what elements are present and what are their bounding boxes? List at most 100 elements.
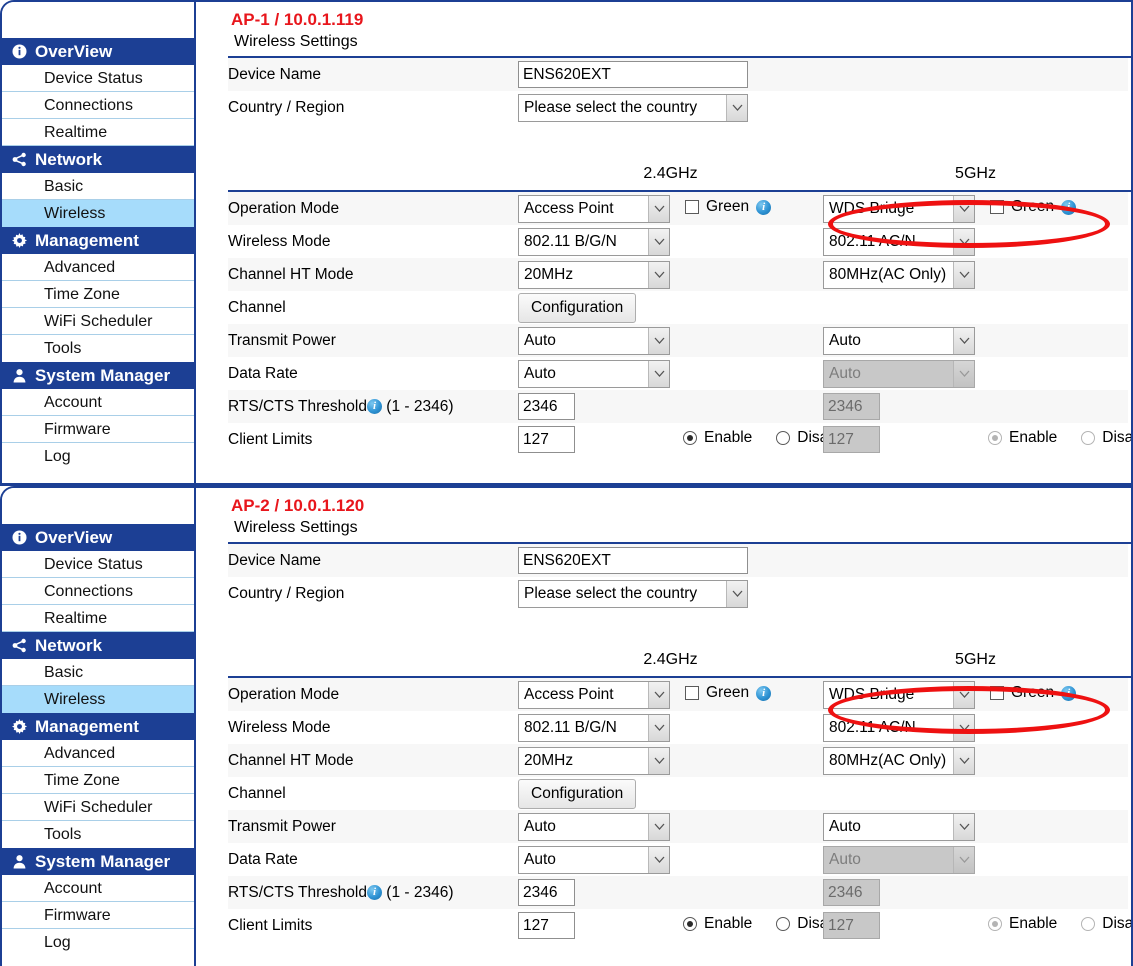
info-icon[interactable]: i: [1061, 685, 1077, 701]
sidebar-item-basic[interactable]: Basic: [2, 173, 194, 200]
sidebar-item-connections[interactable]: Connections: [2, 92, 194, 119]
sidebar-group-system-manager[interactable]: System Manager: [2, 362, 194, 389]
wireless-mode-select-2g[interactable]: 802.11 B/G/N: [518, 713, 670, 742]
sidebar-group-overview[interactable]: OverView: [2, 524, 194, 551]
sidebar-item-label: Device Status: [44, 556, 143, 573]
channel-configuration-button[interactable]: Configuration: [518, 292, 637, 323]
sidebar-item-firmware[interactable]: Firmware: [2, 416, 194, 443]
green-checkbox-5g[interactable]: [990, 200, 1004, 214]
sidebar-item-device-status[interactable]: Device Status: [2, 551, 194, 578]
client-limits-enable-radio-2g[interactable]: [683, 431, 697, 445]
sidebar-item-wireless[interactable]: Wireless: [2, 686, 194, 713]
country-region-select[interactable]: Please select the country: [518, 579, 748, 608]
operation-mode-value-5g: WDS Bridge: [829, 199, 915, 217]
data-rate-select-2g[interactable]: Auto: [518, 845, 670, 874]
rts-cts-range-text: (1 - 2346): [386, 397, 454, 415]
sidebar-item-tools[interactable]: Tools: [2, 335, 194, 362]
channel-ht-mode-select-2g[interactable]: 20MHz: [518, 746, 670, 775]
info-icon[interactable]: i: [756, 685, 772, 701]
sidebar-item-label: Connections: [44, 97, 133, 114]
sidebar-item-advanced[interactable]: Advanced: [2, 254, 194, 281]
green-checkbox-2g[interactable]: [685, 686, 699, 700]
sidebar-item-realtime[interactable]: Realtime: [2, 605, 194, 632]
sidebar-item-time-zone[interactable]: Time Zone: [2, 281, 194, 308]
sidebar-item-wifi-scheduler[interactable]: WiFi Scheduler: [2, 794, 194, 821]
chevron-down-icon: [726, 94, 747, 121]
sidebar-item-account[interactable]: Account: [2, 389, 194, 416]
client-limits-disable-label-5g: Disable: [1102, 915, 1133, 932]
data-rate-select-2g[interactable]: Auto: [518, 359, 670, 388]
sidebar-item-label: Account: [44, 880, 102, 897]
transmit-power-select-5g[interactable]: Auto: [823, 812, 975, 841]
rts-cts-input-2g[interactable]: 2346: [518, 393, 575, 420]
table-row-operation-mode: Operation Mode Access Point Green i WDS B…: [228, 678, 1128, 711]
sidebar-item-advanced[interactable]: Advanced: [2, 740, 194, 767]
transmit-power-select-2g[interactable]: Auto: [518, 812, 670, 841]
sidebar-item-device-status[interactable]: Device Status: [2, 65, 194, 92]
info-icon[interactable]: i: [366, 884, 382, 900]
channel-ht-mode-value-5g: 80MHz(AC Only): [829, 265, 947, 283]
share-icon: [12, 638, 27, 653]
client-limits-input-2g[interactable]: 127: [518, 426, 575, 453]
sidebar-item-label: Log: [44, 448, 71, 465]
sidebar-item-realtime[interactable]: Realtime: [2, 119, 194, 146]
sidebar-item-tools[interactable]: Tools: [2, 821, 194, 848]
sidebar-item-log[interactable]: Log: [2, 929, 194, 956]
operation-mode-select-5g[interactable]: WDS Bridge: [823, 194, 975, 223]
client-limits-disable-radio-2g[interactable]: [776, 917, 791, 931]
channel-configuration-button[interactable]: Configuration: [518, 778, 637, 809]
band-2ghz-header: 2.4GHz: [518, 643, 823, 676]
client-limits-input-2g[interactable]: 127: [518, 912, 575, 939]
sidebar-item-time-zone[interactable]: Time Zone: [2, 767, 194, 794]
client-limits-disable-label-5g: Disable: [1102, 429, 1133, 446]
device-name-input[interactable]: ENS620EXT: [518, 61, 748, 88]
channel-ht-mode-select-5g[interactable]: 80MHz(AC Only): [823, 260, 975, 289]
sidebar-item-firmware[interactable]: Firmware: [2, 902, 194, 929]
channel-ht-mode-value-2g: 20MHz: [524, 265, 574, 283]
channel-ht-mode-select-2g[interactable]: 20MHz: [518, 260, 670, 289]
channel-ht-mode-label: Channel HT Mode: [228, 744, 518, 777]
transmit-power-select-5g[interactable]: Auto: [823, 326, 975, 355]
sidebar-item-label: Time Zone: [44, 772, 120, 789]
info-icon[interactable]: i: [756, 199, 772, 215]
device-name-input[interactable]: ENS620EXT: [518, 547, 748, 574]
wireless-mode-select-5g[interactable]: 802.11 AC/N: [823, 227, 975, 256]
green-checkbox-2g[interactable]: [685, 200, 699, 214]
sidebar-item-wifi-scheduler[interactable]: WiFi Scheduler: [2, 308, 194, 335]
sidebar-item-label: WiFi Scheduler: [44, 313, 153, 330]
band-5ghz-header: 5GHz: [823, 643, 1128, 676]
sidebar-group-network[interactable]: Network: [2, 146, 194, 173]
sidebar-group-overview[interactable]: OverView: [2, 38, 194, 65]
info-icon[interactable]: i: [1061, 199, 1077, 215]
table-row-client-limits: Client Limits 127 Enable Disable 127 Enab…: [228, 909, 1131, 942]
sidebar-group-system-manager[interactable]: System Manager: [2, 848, 194, 875]
sidebar-group-management[interactable]: Management: [2, 713, 194, 740]
sidebar-group-management[interactable]: Management: [2, 227, 194, 254]
green-checkbox-5g[interactable]: [990, 686, 1004, 700]
sidebar-item-basic[interactable]: Basic: [2, 659, 194, 686]
info-icon[interactable]: i: [366, 398, 382, 414]
sidebar-item-connections[interactable]: Connections: [2, 578, 194, 605]
band-settings-table: Operation Mode Access Point Green i WDS B…: [228, 192, 1131, 456]
sidebar-item-wireless[interactable]: Wireless: [2, 200, 194, 227]
client-limits-disable-radio-2g[interactable]: [776, 431, 791, 445]
operation-mode-select-5g[interactable]: WDS Bridge: [823, 680, 975, 709]
chevron-down-icon: [648, 681, 669, 708]
sidebar-item-log[interactable]: Log: [2, 443, 194, 470]
transmit-power-select-2g[interactable]: Auto: [518, 326, 670, 355]
operation-mode-select-2g[interactable]: Access Point: [518, 194, 670, 223]
operation-mode-select-2g[interactable]: Access Point: [518, 680, 670, 709]
operation-mode-label: Operation Mode: [228, 192, 518, 225]
wireless-mode-select-5g[interactable]: 802.11 AC/N: [823, 713, 975, 742]
channel-ht-mode-select-5g[interactable]: 80MHz(AC Only): [823, 746, 975, 775]
sidebar-item-label: Device Status: [44, 70, 143, 87]
sidebar-group-network[interactable]: Network: [2, 632, 194, 659]
wireless-mode-select-2g[interactable]: 802.11 B/G/N: [518, 227, 670, 256]
chevron-down-icon: [953, 261, 974, 288]
rts-cts-input-2g[interactable]: 2346: [518, 879, 575, 906]
wireless-settings-content-2: AP-2 / 10.0.1.120 Wireless Settings Devi…: [196, 486, 1133, 966]
sidebar-item-label: Tools: [44, 340, 82, 357]
sidebar-item-account[interactable]: Account: [2, 875, 194, 902]
client-limits-enable-radio-2g[interactable]: [683, 917, 697, 931]
country-region-select[interactable]: Please select the country: [518, 93, 748, 122]
